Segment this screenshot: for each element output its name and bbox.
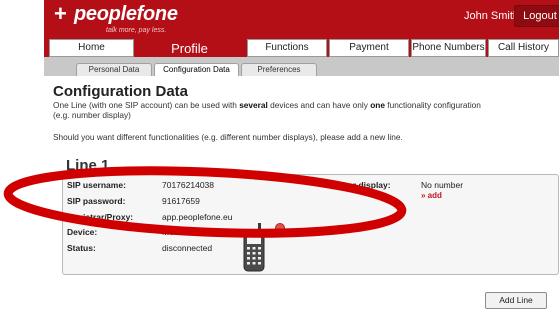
registrar-label: Registrar/Proxy: bbox=[67, 212, 134, 222]
tab-phone-numbers[interactable]: Phone Numbers bbox=[411, 39, 486, 57]
intro-bold-several: several bbox=[239, 100, 268, 110]
status-value: disconnected bbox=[162, 243, 213, 253]
add-number-link[interactable]: » add bbox=[421, 191, 442, 200]
tab-payment[interactable]: Payment bbox=[329, 39, 409, 57]
registrar-value: app.peoplefone.eu bbox=[162, 212, 233, 222]
logo-plus-icon: + bbox=[54, 1, 67, 26]
device-label: Device: bbox=[67, 227, 98, 237]
intro-part-3: functionality configuration bbox=[384, 100, 481, 110]
sip-username-label: SIP username: bbox=[67, 180, 126, 190]
intro-line-2: (e.g. number display) bbox=[53, 110, 131, 120]
logo-wordmark: peoplefone bbox=[74, 3, 178, 25]
tab-functions[interactable]: Functions bbox=[247, 39, 327, 57]
subtab-configuration-data[interactable]: Configuration Data bbox=[154, 63, 239, 76]
line-details-panel bbox=[62, 174, 559, 275]
sip-username-value: 70176214038 bbox=[162, 180, 215, 190]
intro-part-2: devices and can have only bbox=[267, 100, 371, 110]
logout-button[interactable]: Logout bbox=[514, 5, 559, 27]
header-bar: + peoplefone talk more, pay less. John S… bbox=[44, 0, 559, 38]
subtab-preferences[interactable]: Preferences bbox=[241, 63, 317, 76]
page-title: Configuration Data bbox=[53, 83, 188, 100]
tab-home[interactable]: Home bbox=[49, 39, 134, 57]
status-label: Status: bbox=[67, 243, 96, 253]
device-value: Mobile bbox=[162, 227, 188, 237]
number-display-value: No number bbox=[421, 180, 464, 190]
line-title: Line 1 bbox=[66, 157, 110, 174]
tab-call-history[interactable]: Call History bbox=[488, 39, 559, 57]
subtab-personal-data[interactable]: Personal Data bbox=[76, 63, 152, 76]
logo-tagline: talk more, pay less. bbox=[106, 27, 167, 34]
tab-profile[interactable]: Profile bbox=[136, 38, 243, 57]
add-line-button[interactable]: Add Line bbox=[485, 292, 547, 309]
intro-text: One Line (with one SIP account) can be u… bbox=[53, 100, 548, 120]
note-text: Should you want different functionalitie… bbox=[53, 132, 403, 142]
user-name: John Smith bbox=[464, 10, 520, 22]
phone-device-icon bbox=[243, 223, 265, 272]
sip-password-value: 91617659 bbox=[162, 196, 200, 206]
number-display-label: Number display: bbox=[324, 180, 391, 190]
sip-password-label: SIP password: bbox=[67, 196, 126, 206]
main-nav: Home Profile Functions Payment Phone Num… bbox=[44, 38, 559, 57]
sub-nav: Personal Data Configuration Data Prefere… bbox=[44, 57, 559, 76]
intro-part-1: One Line (with one SIP account) can be u… bbox=[53, 100, 240, 110]
status-indicator-icon bbox=[275, 223, 285, 233]
app-frame: + peoplefone talk more, pay less. John S… bbox=[44, 0, 559, 319]
intro-bold-one: one bbox=[370, 100, 385, 110]
